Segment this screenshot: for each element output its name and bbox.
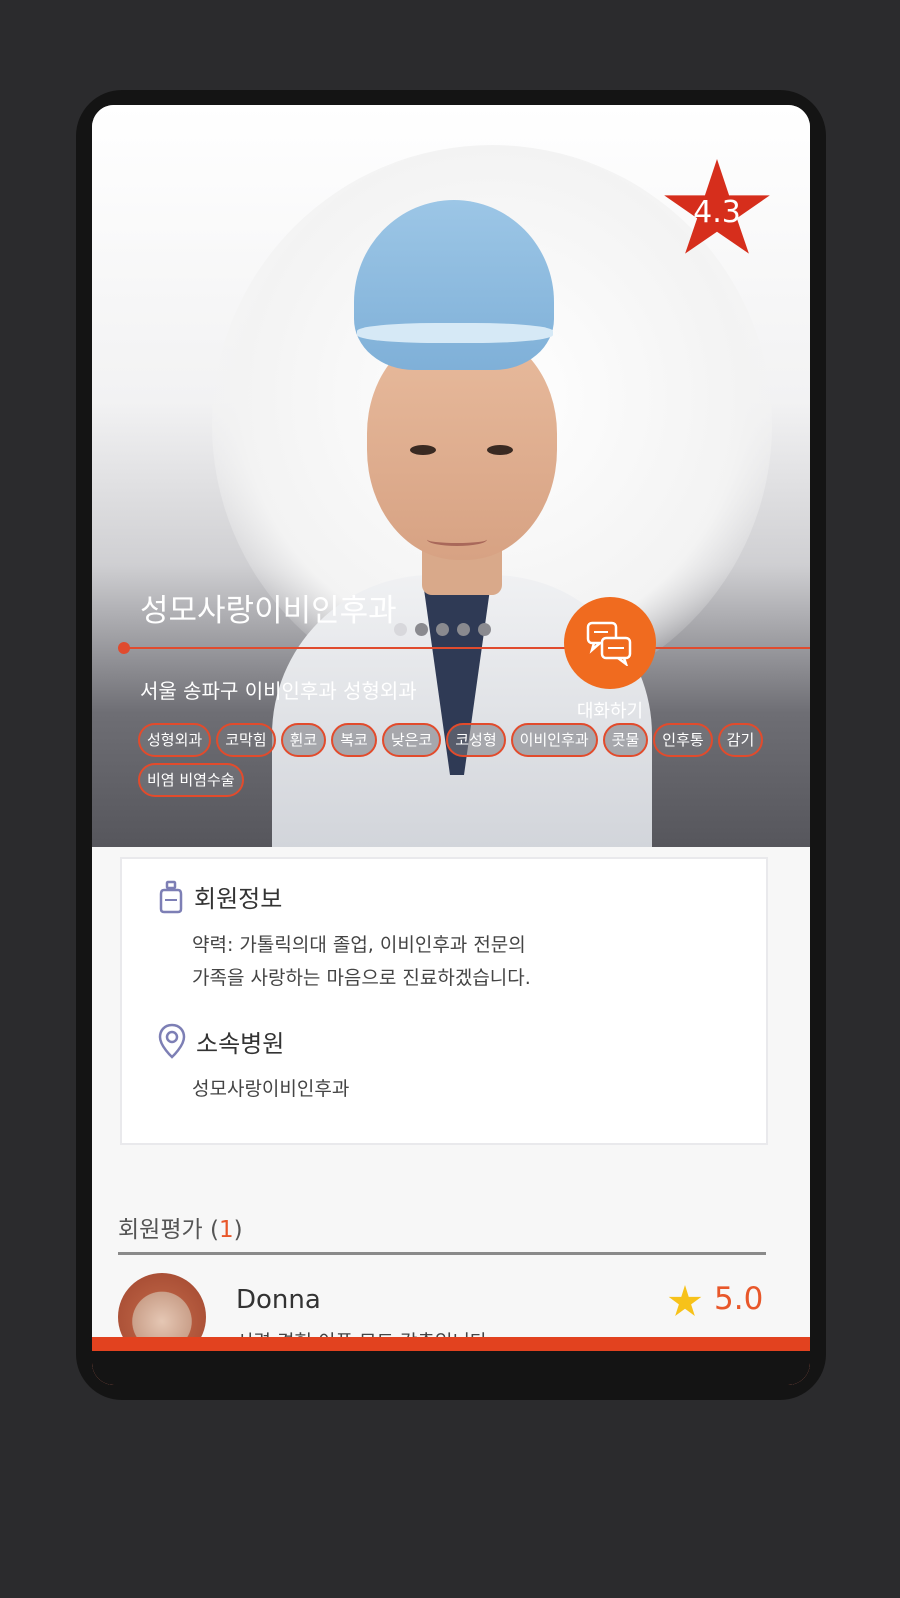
specialty-tag[interactable]: 휜코 (280, 723, 327, 757)
carousel-dots[interactable] (394, 623, 491, 636)
reviews-count-close: ) (233, 1217, 243, 1243)
doctor-photo-eye (487, 445, 513, 455)
reviews-count: 1 (218, 1217, 234, 1243)
app-screen: 4.3 성모사랑이비인후과 대화하기 서울 송파구 이비인후과 성형외과 성형외… (92, 105, 810, 1385)
specialty-tag[interactable]: 비염 비염수술 (138, 763, 244, 797)
reviewer-name: Donna (236, 1285, 321, 1315)
hero-divider-dot (118, 642, 130, 654)
chat-button-label[interactable]: 대화하기 (554, 697, 666, 723)
reviews-title: 회원평가 (1) (118, 1210, 243, 1244)
carousel-dot[interactable] (394, 623, 407, 636)
hospital-address: 서울 송파구 이비인후과 성형외과 (140, 679, 417, 703)
specialty-tags: 성형외과 코막힘 휜코 복코 낮은코 코성형 이비인후과 콧물 인후통 감기 비… (138, 723, 778, 797)
specialty-tag[interactable]: 이비인후과 (510, 723, 598, 757)
member-career: 약력: 가톨릭의대 졸업, 이비인후과 전문의 가족을 사랑하는 마음으로 진료… (192, 929, 531, 995)
affiliation-header: 소속병원 (158, 1023, 284, 1059)
hospital-name: 성모사랑이비인후과 (140, 593, 397, 629)
review-score: 5.0 (714, 1281, 764, 1317)
member-info-header: 회원정보 (158, 879, 282, 914)
info-card: 회원정보 약력: 가톨릭의대 졸업, 이비인후과 전문의 가족을 사랑하는 마음… (120, 857, 768, 1145)
carousel-dot[interactable] (415, 623, 428, 636)
chat-button[interactable] (564, 597, 656, 689)
specialty-tag[interactable]: 낮은코 (381, 723, 442, 757)
career-line: 가족을 사랑하는 마음으로 진료하겠습니다. (192, 967, 531, 989)
review-star-icon (668, 1285, 702, 1316)
specialty-tag[interactable]: 복코 (331, 723, 377, 757)
specialty-tag[interactable]: 감기 (717, 723, 764, 757)
carousel-dot[interactable] (436, 623, 449, 636)
specialty-tag[interactable]: 콧물 (602, 723, 649, 757)
bottom-accent-bar (92, 1337, 810, 1385)
hero-divider (122, 647, 810, 649)
bottom-bezel (92, 1351, 810, 1385)
carousel-dot[interactable] (478, 623, 491, 636)
specialty-tag[interactable]: 성형외과 (138, 723, 212, 757)
bottle-icon (159, 880, 183, 913)
doctor-photo-cap-band (357, 323, 553, 343)
rating-value: 4.3 (693, 195, 741, 230)
doctor-photo-eye (410, 445, 436, 455)
career-line: 약력: 가톨릭의대 졸업, 이비인후과 전문의 (192, 934, 526, 956)
reviews-count-open: ( (209, 1217, 219, 1243)
doctor-photo-mouth (427, 533, 487, 546)
member-info-title: 회원정보 (194, 885, 283, 913)
specialty-tag[interactable]: 코막힘 (216, 723, 276, 757)
reviews-title-text: 회원평가 (118, 1217, 203, 1243)
affiliation-title: 소속병원 (196, 1029, 285, 1058)
specialty-tag[interactable]: 코성형 (446, 723, 506, 757)
carousel-dot[interactable] (457, 623, 470, 636)
chat-bubbles-icon (586, 621, 632, 666)
doctor-hero[interactable]: 4.3 성모사랑이비인후과 대화하기 서울 송파구 이비인후과 성형외과 성형외… (92, 105, 810, 847)
affiliated-hospital: 성모사랑이비인후과 (192, 1078, 350, 1100)
specialty-tag[interactable]: 인후통 (653, 723, 713, 757)
reviews-divider (118, 1252, 766, 1255)
location-pin-icon (158, 1023, 186, 1059)
